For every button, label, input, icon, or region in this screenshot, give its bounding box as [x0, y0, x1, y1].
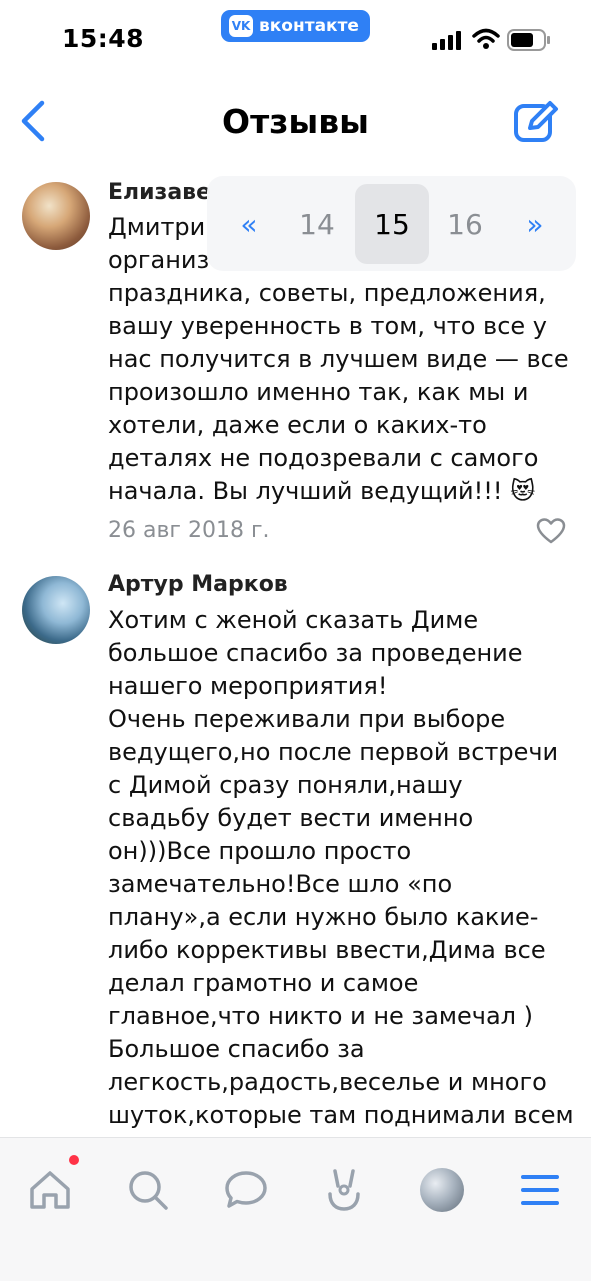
search-icon — [129, 1171, 168, 1210]
review-text: Хотим с женой сказать Диме большое спаси… — [108, 606, 574, 1129]
author-avatar[interactable] — [22, 182, 90, 250]
author-avatar[interactable] — [22, 576, 90, 644]
review-author[interactable]: Елизаве — [108, 180, 211, 205]
review-author[interactable]: Артур Марков — [108, 572, 288, 597]
wifi-icon — [472, 28, 500, 49]
tab-search[interactable] — [118, 1160, 178, 1220]
page-14-button[interactable]: 14 — [287, 184, 347, 264]
compose-icon[interactable] — [512, 98, 560, 146]
tab-messages[interactable] — [216, 1160, 276, 1220]
signal-icon — [432, 31, 461, 50]
status-time: 15:48 — [62, 24, 145, 53]
tab-bar — [0, 1137, 591, 1281]
notification-badge — [69, 1155, 79, 1165]
last-page-button[interactable]: » — [505, 184, 565, 264]
heart-icon[interactable] — [536, 518, 566, 544]
vk-logo-icon: VK — [229, 15, 253, 37]
review-date: 26 авг 2018 г. — [108, 518, 270, 543]
status-bar: 15:48 VK вконтакте — [0, 0, 591, 74]
home-icon — [30, 1171, 70, 1209]
page-16-button[interactable]: 16 — [435, 184, 495, 264]
services-icon — [328, 1169, 360, 1211]
vk-app-badge[interactable]: VK вконтакте — [221, 10, 370, 42]
current-page-button[interactable]: 15 — [355, 184, 429, 264]
tab-profile[interactable] — [412, 1160, 472, 1220]
nav-bar: Отзывы — [0, 82, 591, 162]
messages-icon — [225, 1171, 267, 1208]
first-page-button[interactable]: « — [219, 184, 279, 264]
battery-icon — [507, 29, 550, 51]
tab-home[interactable] — [20, 1160, 80, 1220]
tab-services[interactable] — [314, 1160, 374, 1220]
vk-app-label: вконтакте — [259, 16, 359, 36]
tab-menu[interactable] — [510, 1160, 570, 1220]
page-title: Отзывы — [222, 102, 369, 141]
menu-icon — [521, 1175, 559, 1205]
profile-avatar — [420, 1168, 464, 1212]
pagination: « 14 15 16 » — [207, 176, 576, 271]
